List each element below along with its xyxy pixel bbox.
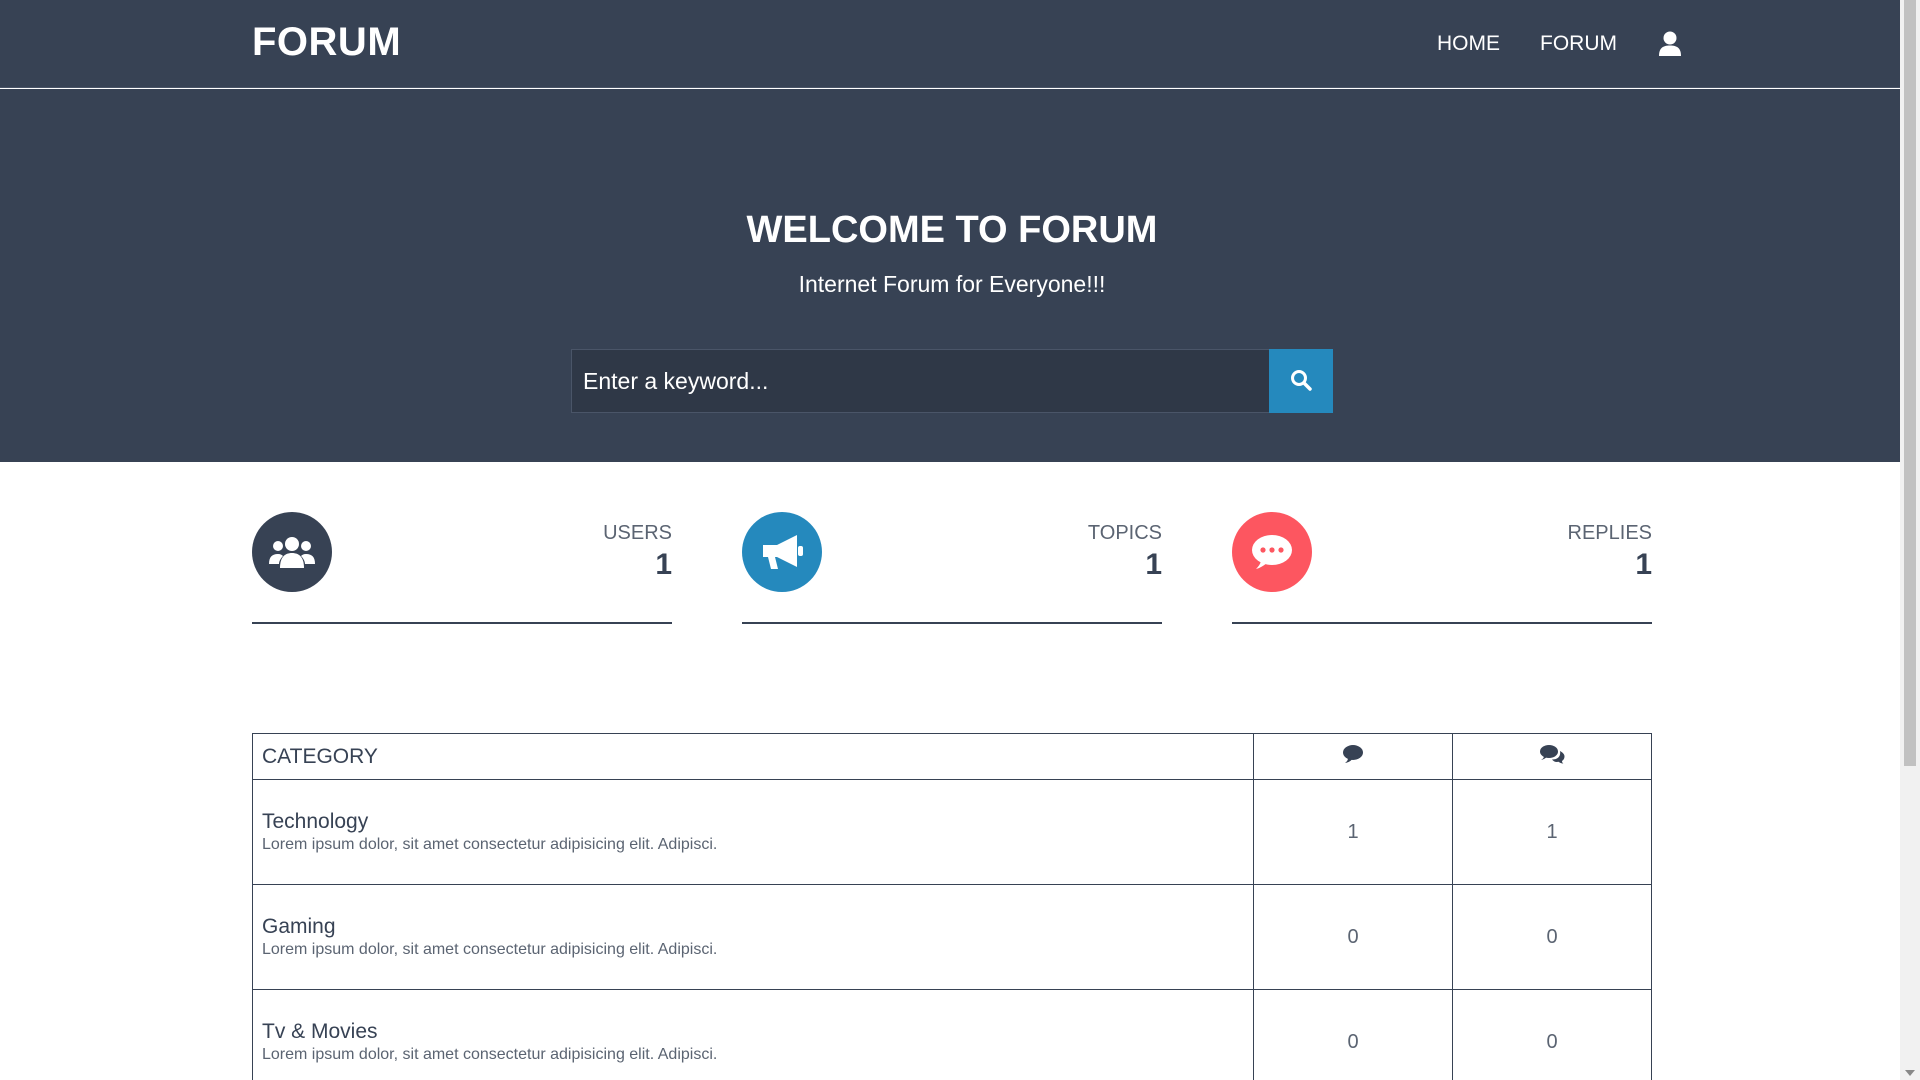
megaphone-icon bbox=[742, 512, 822, 592]
search-bar bbox=[571, 349, 1333, 413]
category-name-link[interactable]: Technology bbox=[262, 810, 1244, 834]
brand-logo[interactable]: FORUM bbox=[252, 20, 401, 65]
topics-header bbox=[1253, 733, 1453, 780]
table-row[interactable]: Tv & Movies Lorem ipsum dolor, sit amet … bbox=[252, 989, 1652, 1080]
page: FORUM HOME FORUM WELCOME TO FORUM Intern… bbox=[0, 0, 1900, 1080]
topics-count: 0 bbox=[1253, 989, 1453, 1080]
category-description: Lorem ipsum dolor, sit amet consectetur … bbox=[262, 941, 718, 958]
stat-replies: REPLIES 1 bbox=[1232, 512, 1652, 624]
user-icon[interactable] bbox=[1657, 29, 1683, 59]
users-icon bbox=[252, 512, 332, 592]
stat-topics-value: 1 bbox=[1145, 548, 1162, 581]
stat-replies-value: 1 bbox=[1635, 548, 1652, 581]
stat-topics: TOPICS 1 bbox=[742, 512, 1162, 624]
stat-replies-label: REPLIES bbox=[1567, 522, 1652, 544]
nav-home-link[interactable]: HOME bbox=[1437, 32, 1500, 56]
hero-title: WELCOME TO FORUM bbox=[746, 209, 1158, 251]
category-cell: Gaming Lorem ipsum dolor, sit amet conse… bbox=[252, 884, 1254, 990]
category-description: Lorem ipsum dolor, sit amet consectetur … bbox=[262, 836, 718, 853]
nav-links: HOME FORUM bbox=[1437, 0, 1683, 88]
navbar: FORUM HOME FORUM bbox=[0, 0, 1900, 88]
replies-count: 1 bbox=[1452, 779, 1652, 885]
comment-icon bbox=[1342, 744, 1364, 769]
category-cell: Tv & Movies Lorem ipsum dolor, sit amet … bbox=[252, 989, 1254, 1080]
search-icon bbox=[1290, 369, 1312, 394]
scrollbar-thumb[interactable] bbox=[1904, 0, 1916, 766]
stat-topics-label: TOPICS bbox=[1087, 522, 1162, 544]
comments-icon bbox=[1539, 744, 1565, 769]
topics-count: 0 bbox=[1253, 884, 1453, 990]
topics-count: 1 bbox=[1253, 779, 1453, 885]
replies-count: 0 bbox=[1452, 884, 1652, 990]
replies-header bbox=[1452, 733, 1652, 780]
table-row[interactable]: Gaming Lorem ipsum dolor, sit amet conse… bbox=[252, 884, 1652, 990]
stat-users: USERS 1 bbox=[252, 512, 672, 624]
page-scrollbar[interactable] bbox=[1900, 0, 1920, 1080]
search-button[interactable] bbox=[1269, 349, 1333, 413]
table-header-row: CATEGORY bbox=[252, 733, 1652, 780]
category-cell: Technology Lorem ipsum dolor, sit amet c… bbox=[252, 779, 1254, 885]
replies-count: 0 bbox=[1452, 989, 1652, 1080]
nav-forum-link[interactable]: FORUM bbox=[1540, 32, 1617, 56]
category-table: CATEGORY Technology Lorem ipsum dolor, s… bbox=[252, 733, 1652, 1080]
search-input[interactable] bbox=[571, 349, 1269, 413]
stat-users-value: 1 bbox=[655, 548, 672, 581]
hero-section: WELCOME TO FORUM Internet Forum for Ever… bbox=[0, 89, 1900, 462]
table-row[interactable]: Technology Lorem ipsum dolor, sit amet c… bbox=[252, 779, 1652, 885]
category-header: CATEGORY bbox=[252, 733, 1254, 780]
comment-dots-icon bbox=[1232, 512, 1312, 592]
category-name-link[interactable]: Tv & Movies bbox=[262, 1020, 1244, 1044]
category-description: Lorem ipsum dolor, sit amet consectetur … bbox=[262, 1046, 718, 1063]
stat-users-label: USERS bbox=[603, 522, 672, 544]
scroll-down-arrow-icon[interactable] bbox=[1905, 1070, 1915, 1076]
category-name-link[interactable]: Gaming bbox=[262, 915, 1244, 939]
hero-subtitle: Internet Forum for Everyone!!! bbox=[798, 271, 1106, 297]
